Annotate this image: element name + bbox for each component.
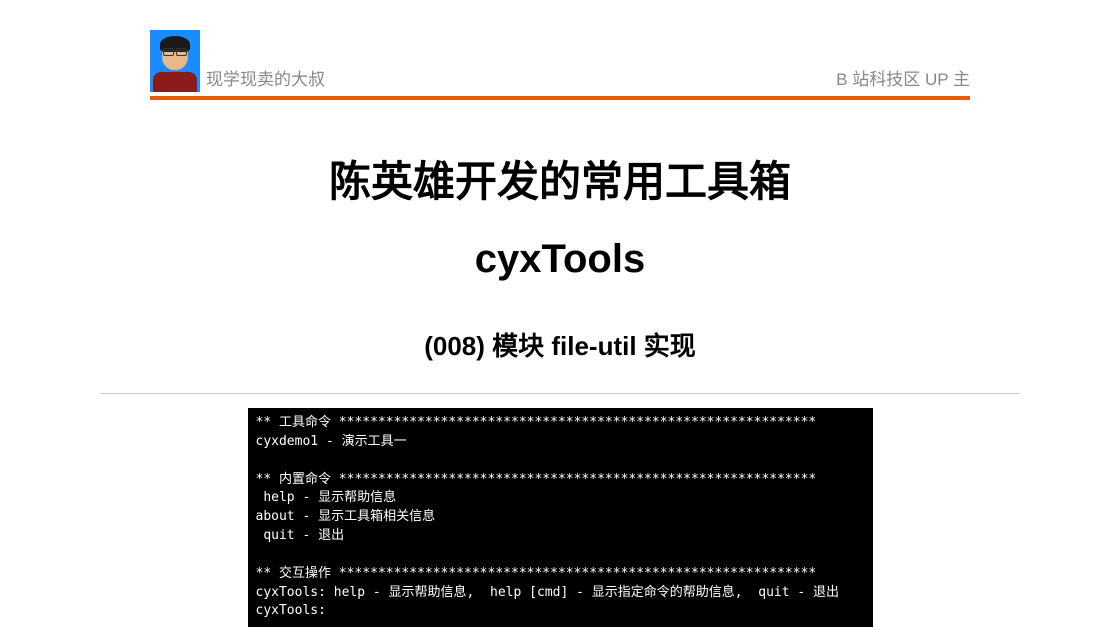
terminal-tool-line: cyxdemo1 - 演示工具一 bbox=[256, 434, 407, 449]
terminal-interact-line: cyxTools: help - 显示帮助信息, help [cmd] - 显示… bbox=[256, 585, 840, 600]
title-chinese: 陈英雄开发的常用工具箱 bbox=[0, 148, 1120, 209]
terminal-section-builtin: ** 内置命令 ********************************… bbox=[256, 472, 817, 487]
terminal-builtin-quit: quit - 退出 bbox=[256, 528, 345, 543]
terminal-builtin-help: help - 显示帮助信息 bbox=[256, 490, 397, 505]
tagline: B 站科技区 UP 主 bbox=[836, 65, 970, 92]
terminal-screenshot: ** 工具命令 ********************************… bbox=[248, 408, 873, 627]
avatar bbox=[150, 30, 200, 92]
divider bbox=[100, 393, 1020, 394]
terminal-section-interact: ** 交互操作 ********************************… bbox=[256, 566, 817, 581]
terminal-section-tools: ** 工具命令 ********************************… bbox=[256, 415, 817, 430]
slide-main: 陈英雄开发的常用工具箱 cyxTools (008) 模块 file-util … bbox=[0, 100, 1120, 363]
subtitle: (008) 模块 file-util 实现 bbox=[0, 326, 1120, 363]
author-name: 现学现卖的大叔 bbox=[206, 65, 325, 92]
title-english: cyxTools bbox=[0, 237, 1120, 282]
slide-header: 现学现卖的大叔 B 站科技区 UP 主 bbox=[0, 0, 1120, 100]
terminal-prompt: cyxTools: bbox=[256, 603, 326, 618]
terminal-builtin-about: about - 显示工具箱相关信息 bbox=[256, 509, 436, 524]
author-block: 现学现卖的大叔 bbox=[150, 30, 325, 92]
header-row: 现学现卖的大叔 B 站科技区 UP 主 bbox=[150, 30, 970, 100]
